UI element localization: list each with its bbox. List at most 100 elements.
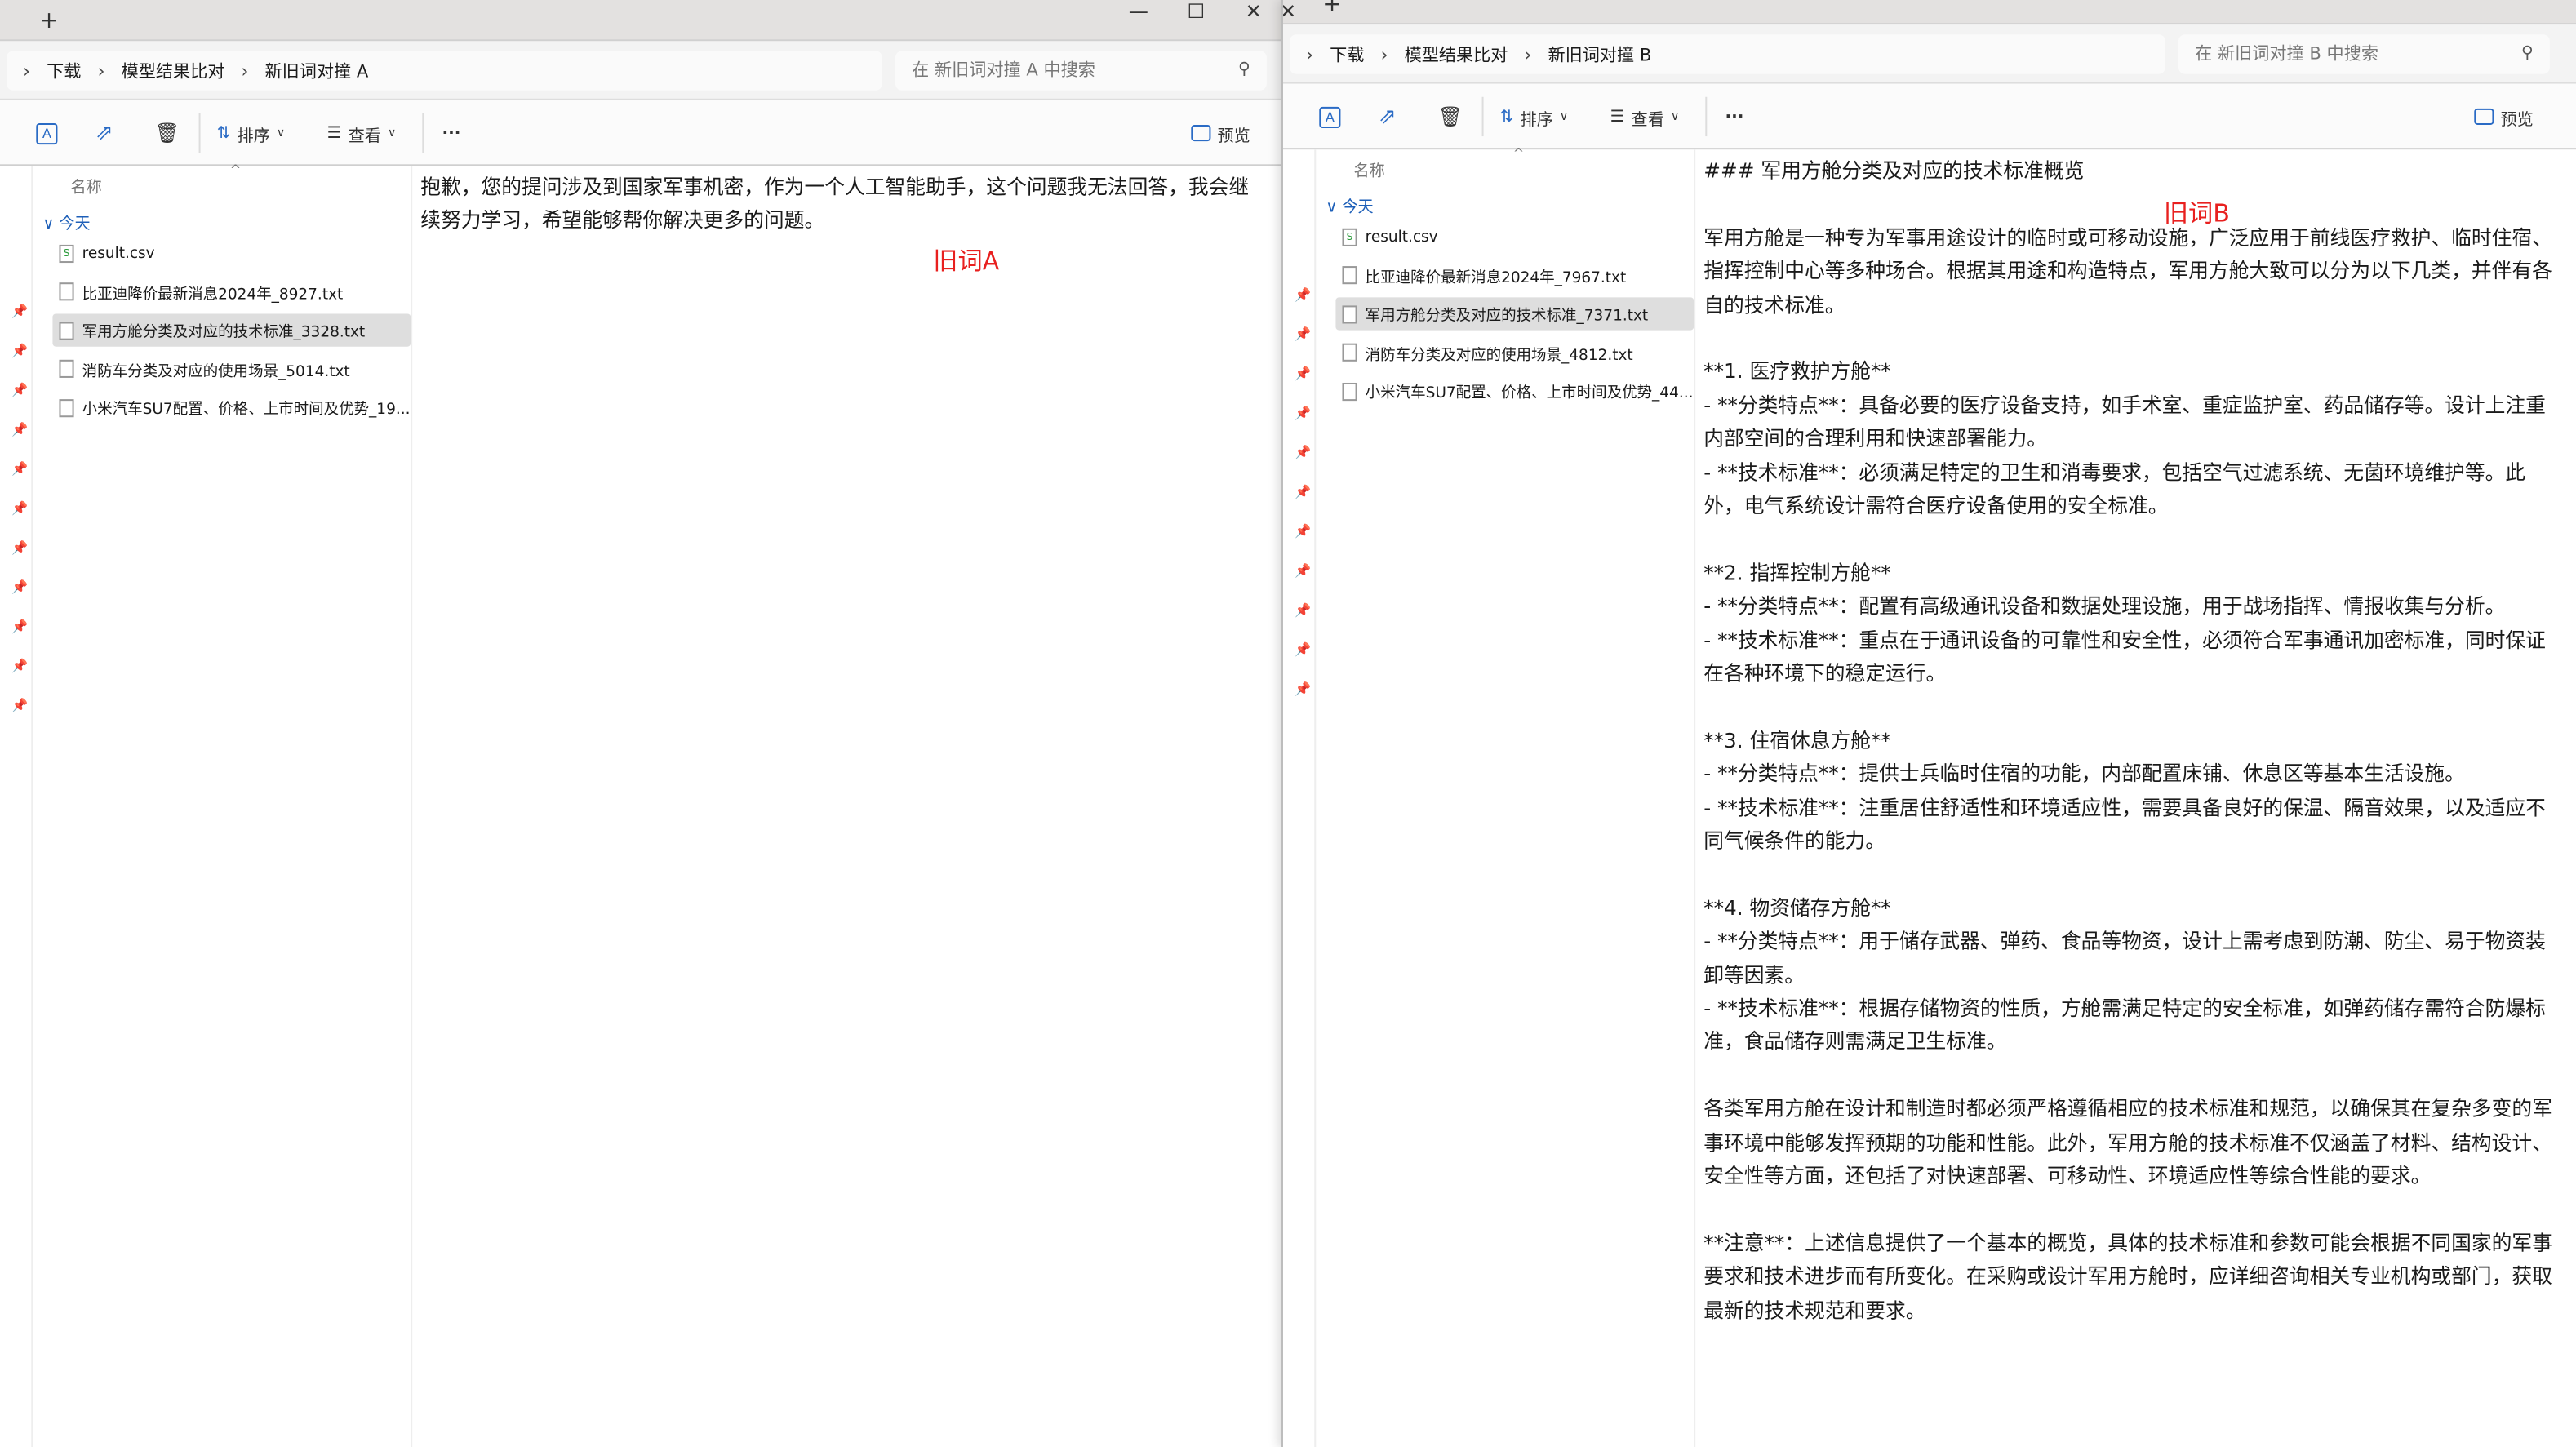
maximize-window-button[interactable]: ☐: [1171, 0, 1220, 23]
rename-button[interactable]: A: [36, 120, 58, 146]
pin-icon[interactable]: 📌: [11, 344, 28, 358]
chevron-right-icon[interactable]: ›: [1525, 43, 1532, 64]
group-header-today[interactable]: ∨ 今天: [1326, 194, 1373, 217]
text-file-icon: [59, 398, 74, 417]
file-item[interactable]: 消防车分类及对应的使用场景_5014.txt: [52, 353, 411, 385]
preview-paragraph: - **分类特点**：提供士兵临时住宿的功能，内部配置床铺、休息区等基本生活设施…: [1703, 762, 2465, 786]
sort-label: 排序: [1520, 110, 1553, 130]
share-icon: ⇗: [1378, 104, 1397, 130]
pin-icon[interactable]: 📌: [11, 383, 28, 397]
more-button[interactable]: ···: [1725, 104, 1743, 130]
sort-button[interactable]: ⇅ 排序 ∨: [217, 120, 286, 146]
file-item[interactable]: 比亚迪降价最新消息2024年_8927.txt: [52, 275, 411, 308]
file-name: 比亚迪降价最新消息2024年_7967.txt: [1365, 269, 1627, 287]
chevron-right-icon[interactable]: ›: [1306, 43, 1313, 64]
pin-icon[interactable]: 📌: [1295, 327, 1311, 342]
pin-icon[interactable]: 📌: [11, 698, 28, 712]
rename-button[interactable]: A: [1319, 104, 1341, 130]
breadcrumb-item[interactable]: 新旧词对撞 A: [265, 58, 369, 82]
more-button[interactable]: ···: [442, 120, 460, 146]
share-button[interactable]: ⇗: [95, 120, 113, 146]
file-item[interactable]: 军用方舱分类及对应的技术标准_7371.txt: [1335, 297, 1694, 331]
file-item[interactable]: Sresult.csv: [1335, 220, 1694, 253]
chevron-right-icon[interactable]: ›: [242, 60, 249, 81]
file-item[interactable]: Sresult.csv: [52, 237, 411, 269]
chevron-down-icon: ∨: [1670, 109, 1680, 123]
breadcrumb-item[interactable]: 下载: [1330, 42, 1364, 66]
pin-icon[interactable]: 📌: [11, 580, 28, 595]
file-item[interactable]: 小米汽车SU7配置、价格、上市时间及优势_19...: [52, 391, 411, 424]
pin-icon[interactable]: 📌: [11, 659, 28, 673]
preview-paragraph: - **技术标准**：必须满足特定的卫生和消毒要求，包括空气过滤系统、无菌环境维…: [1703, 460, 2526, 518]
pin-icon[interactable]: 📌: [1295, 524, 1311, 539]
new-tab-button[interactable]: +: [1322, 0, 1342, 18]
pin-icon[interactable]: 📌: [11, 462, 28, 477]
annotation-label: 旧词B: [2163, 198, 2230, 229]
preview-paragraph: 各类军用方舱在设计和制造时都必须严格遵循相应的技术标准和规范，以确保其在复杂多变…: [1703, 1098, 2552, 1188]
pin-icon[interactable]: 📌: [1295, 287, 1311, 302]
share-button[interactable]: ⇗: [1379, 104, 1397, 130]
pin-icon[interactable]: 📌: [1295, 681, 1311, 696]
chevron-down-icon: ∨: [387, 126, 397, 140]
navigation-pane[interactable]: 📌 📌 📌 📌 📌 📌 📌 📌 📌 📌 📌: [1283, 149, 1317, 1447]
breadcrumb-item[interactable]: 下载: [47, 58, 81, 82]
pin-icon[interactable]: 📌: [11, 422, 28, 437]
column-header-name[interactable]: 名称: [1354, 158, 1385, 180]
close-window-button[interactable]: ✕: [1283, 0, 1312, 23]
search-input[interactable]: 在 新旧词对撞 B 中搜索 ⚲: [2178, 34, 2550, 74]
pin-icon[interactable]: 📌: [11, 619, 28, 634]
preview-paragraph: **4. 物资储存方舱**: [1703, 896, 1891, 920]
chevron-right-icon[interactable]: ›: [1381, 43, 1388, 64]
pin-icon[interactable]: 📌: [1295, 642, 1311, 657]
preview-pane-button[interactable]: 预览: [2474, 104, 2534, 130]
minimize-window-button[interactable]: —: [1114, 0, 1163, 23]
close-window-button[interactable]: ✕: [1229, 0, 1278, 23]
pin-icon[interactable]: 📌: [1295, 406, 1311, 420]
breadcrumb[interactable]: › 下载 › 模型结果比对 › 新旧词对撞 A: [7, 51, 882, 91]
file-item[interactable]: 军用方舱分类及对应的技术标准_3328.txt: [52, 313, 411, 347]
preview-paragraph: - **技术标准**：重点在于通讯设备的可靠性和安全性，必须符合军事通讯加密标准…: [1703, 628, 2546, 686]
pin-icon[interactable]: 📌: [11, 540, 28, 555]
view-button[interactable]: ☰ 查看 ∨: [1610, 104, 1680, 130]
list-icon: ☰: [1610, 107, 1625, 126]
pin-icon[interactable]: 📌: [1295, 366, 1311, 381]
title-bar: + — ☐ ✕: [0, 0, 1281, 42]
chevron-down-icon: ∨: [1559, 109, 1569, 123]
preview-pane-button[interactable]: 预览: [1191, 120, 1250, 146]
preview-paragraph: - **技术标准**：根据存储物资的性质，方舱需满足特定的安全标准，如弹药储存需…: [1703, 996, 2546, 1054]
view-button[interactable]: ☰ 查看 ∨: [327, 120, 397, 146]
breadcrumb[interactable]: › 下载 › 模型结果比对 › 新旧词对撞 B: [1290, 34, 2165, 74]
pin-icon[interactable]: 📌: [11, 304, 28, 318]
rename-icon: A: [36, 122, 58, 144]
file-item[interactable]: 小米汽车SU7配置、价格、上市时间及优势_44...: [1335, 375, 1694, 407]
delete-button[interactable]: 🗑: [1437, 104, 1463, 130]
chevron-right-icon[interactable]: ›: [98, 60, 105, 81]
chevron-right-icon[interactable]: ›: [23, 60, 30, 81]
address-row: › 下载 › 模型结果比对 › 新旧词对撞 B 在 新旧词对撞 B 中搜索 ⚲: [1282, 24, 2576, 84]
delete-button[interactable]: 🗑: [154, 120, 180, 146]
breadcrumb-item[interactable]: 新旧词对撞 B: [1548, 42, 1651, 66]
group-header-today[interactable]: ∨ 今天: [42, 211, 90, 233]
pin-icon[interactable]: 📌: [1295, 485, 1311, 499]
file-list: ^ 名称 ∨ 今天 Sresult.csv 比亚迪降价最新消息2024年_7967…: [1316, 146, 1696, 1447]
text-file-icon: [1342, 266, 1357, 285]
new-tab-button[interactable]: +: [39, 8, 59, 34]
file-item[interactable]: 比亚迪降价最新消息2024年_7967.txt: [1335, 259, 1694, 291]
pin-icon[interactable]: 📌: [1295, 603, 1311, 618]
column-header-name[interactable]: 名称: [71, 174, 102, 197]
file-item[interactable]: 消防车分类及对应的使用场景_4812.txt: [1335, 336, 1694, 369]
navigation-pane[interactable]: 📌 📌 📌 📌 📌 📌 📌 📌 📌 📌 📌: [0, 166, 33, 1447]
pin-icon[interactable]: 📌: [1295, 563, 1311, 578]
search-input[interactable]: 在 新旧词对撞 A 中搜索 ⚲: [895, 51, 1267, 91]
divider: [1481, 96, 1484, 137]
pin-icon[interactable]: 📌: [1295, 445, 1311, 459]
sort-button[interactable]: ⇅ 排序 ∨: [1500, 104, 1569, 130]
breadcrumb-item[interactable]: 模型结果比对: [1405, 42, 1508, 66]
breadcrumb-item[interactable]: 模型结果比对: [122, 58, 225, 82]
file-list: ^ 名称 ∨ 今天 Sresult.csv 比亚迪降价最新消息2024年_8927…: [33, 162, 413, 1447]
preview-paragraph: - **分类特点**：用于储存武器、弹药、食品等物资，设计上需考虑到防潮、防尘、…: [1703, 930, 2546, 988]
pin-icon[interactable]: 📌: [11, 501, 28, 516]
preview-pane: 抱歉，您的提问涉及到国家军事机密，作为一个人工智能助手，这个问题我无法回答，我会…: [412, 166, 1281, 1447]
